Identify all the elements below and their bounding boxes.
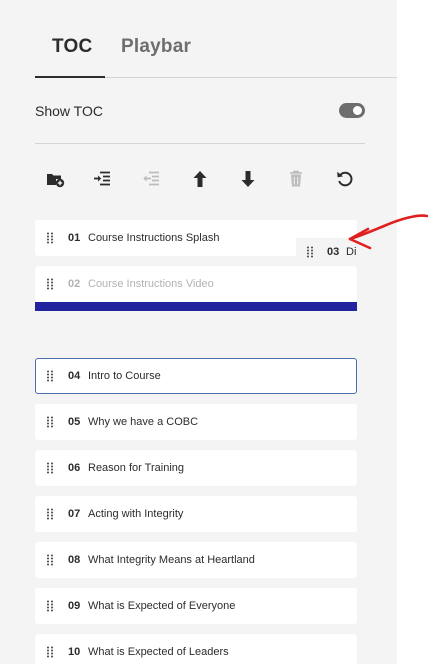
drag-handle-icon[interactable] <box>46 600 54 612</box>
move-up-icon <box>193 171 207 187</box>
item-number: 01 <box>68 232 81 244</box>
toc-item-08[interactable]: 08 What Integrity Means at Heartland <box>35 542 357 578</box>
toc-item-09[interactable]: 09 What is Expected of Everyone <box>35 588 357 624</box>
drag-handle-icon[interactable] <box>46 462 54 474</box>
show-toc-toggle[interactable] <box>339 103 365 118</box>
drag-handle-icon[interactable] <box>46 278 54 290</box>
drop-indicator <box>35 302 357 311</box>
drag-handle-icon[interactable] <box>46 232 54 244</box>
active-tab-indicator <box>35 76 105 78</box>
toc-item-02[interactable]: 02 Course Instructions Video <box>35 266 357 302</box>
item-title: What is Expected of Leaders <box>88 646 229 658</box>
outdent-icon <box>143 171 159 186</box>
item-number: 02 <box>68 278 81 290</box>
item-number: 07 <box>68 508 81 520</box>
reset-icon <box>337 171 353 187</box>
toggle-knob <box>353 106 362 115</box>
toc-panel: TOC Playbar Show TOC 01 Course Instructi… <box>0 0 397 664</box>
tab-divider <box>105 77 397 78</box>
toc-item-06[interactable]: 06 Reason for Training <box>35 450 357 486</box>
item-number: 10 <box>68 646 81 658</box>
drag-handle-icon[interactable] <box>46 508 54 520</box>
indent-icon <box>94 171 110 186</box>
tab-playbar[interactable]: Playbar <box>121 36 191 58</box>
toc-item-04[interactable]: 04 Intro to Course <box>35 358 357 394</box>
add-folder-icon <box>47 174 65 188</box>
move-down-button[interactable] <box>236 167 260 191</box>
item-number: 05 <box>68 416 81 428</box>
move-up-button[interactable] <box>188 167 212 191</box>
drag-handle-icon[interactable] <box>46 646 54 658</box>
item-title: Intro to Course <box>88 370 161 382</box>
item-title: What is Expected of Everyone <box>88 600 236 612</box>
item-title: What Integrity Means at Heartland <box>88 554 255 566</box>
item-title: Reason for Training <box>88 462 184 474</box>
toc-item-05[interactable]: 05 Why we have a COBC <box>35 404 357 440</box>
drag-handle-icon[interactable] <box>46 554 54 566</box>
drag-handle-icon[interactable] <box>46 416 54 428</box>
delete-button[interactable] <box>284 167 308 191</box>
drag-handle-icon[interactable] <box>306 246 314 258</box>
tab-toc[interactable]: TOC <box>52 36 92 58</box>
item-number: 04 <box>68 370 81 382</box>
item-number: 06 <box>68 462 81 474</box>
item-number: 03 <box>327 246 340 258</box>
outdent-button[interactable] <box>139 167 163 191</box>
delete-icon <box>290 170 302 187</box>
item-title: Why we have a COBC <box>88 416 199 428</box>
item-title: Course Instructions Splash <box>88 232 220 244</box>
annotation-arrow-icon <box>348 214 428 250</box>
toc-item-10[interactable]: 10 What is Expected of Leaders <box>35 634 357 664</box>
section-divider <box>35 143 365 144</box>
show-toc-label: Show TOC <box>35 103 103 119</box>
toc-item-07[interactable]: 07 Acting with Integrity <box>35 496 357 532</box>
item-number: 08 <box>68 554 81 566</box>
item-number: 09 <box>68 600 81 612</box>
reset-button[interactable] <box>333 167 357 191</box>
item-title: Acting with Integrity <box>88 508 184 520</box>
indent-button[interactable] <box>90 167 114 191</box>
item-title: Course Instructions Video <box>88 278 214 290</box>
drag-handle-icon[interactable] <box>46 370 54 382</box>
add-folder-button[interactable] <box>43 167 67 191</box>
move-down-icon <box>241 171 255 187</box>
